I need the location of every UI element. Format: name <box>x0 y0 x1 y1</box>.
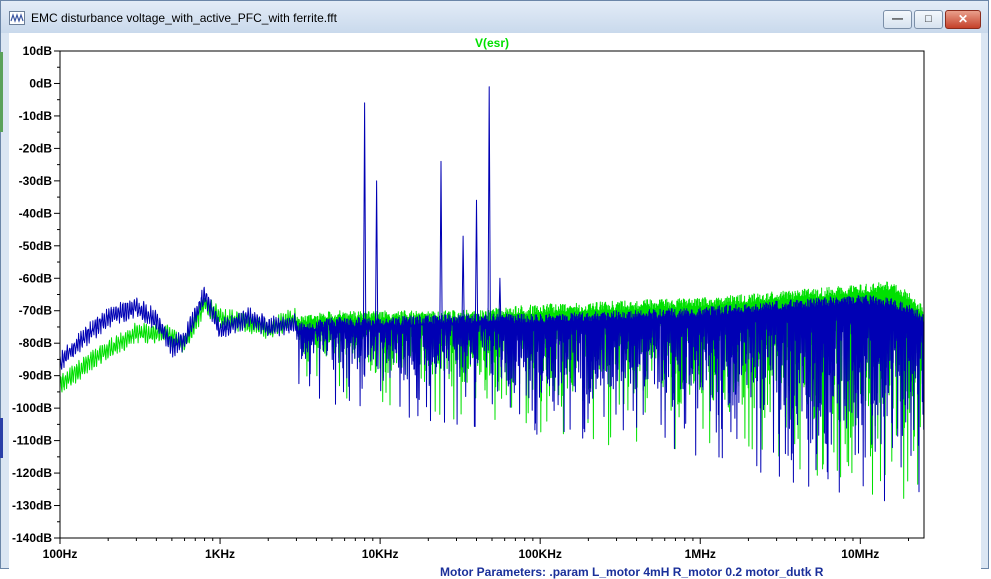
y-tick-label: -80dB <box>19 336 53 350</box>
minimize-icon: — <box>892 13 903 25</box>
y-tick-label: -60dB <box>19 271 53 285</box>
x-tick-label: 100Hz <box>43 547 78 561</box>
minimize-button[interactable]: — <box>883 10 912 29</box>
x-tick-label: 10KHz <box>362 547 399 561</box>
plot-frame <box>59 50 925 539</box>
y-tick-label: -70dB <box>19 304 53 318</box>
below-window-strip: Motor Parameters: .param L_motor 4mH R_m… <box>0 565 991 579</box>
y-tick-label: -20dB <box>19 141 53 155</box>
window-title: EMC disturbance voltage_with_active_PFC_… <box>31 11 337 25</box>
y-tick-label: -50dB <box>19 239 53 253</box>
plot-layer <box>59 86 925 502</box>
y-tick-label: 10dB <box>23 44 53 58</box>
left-edge-green <box>0 52 3 132</box>
x-tick-label: 10MHz <box>841 547 879 561</box>
chart-title: V(esr) <box>475 36 509 50</box>
y-tick-label: -90dB <box>19 369 53 383</box>
y-tick-label: -140dB <box>12 531 52 545</box>
waveform-window: EMC disturbance voltage_with_active_PFC_… <box>0 0 989 570</box>
close-icon: ✕ <box>957 12 969 26</box>
left-edge-blue <box>0 418 3 458</box>
x-tick-label: 1MHz <box>685 547 716 561</box>
maximize-button[interactable]: □ <box>914 10 943 29</box>
y-tick-label: -120dB <box>12 466 52 480</box>
x-tick-label: 1KHz <box>205 547 235 561</box>
y-tick-label: -10dB <box>19 109 53 123</box>
y-tick-label: -110dB <box>13 434 53 448</box>
waveform-icon <box>9 11 25 25</box>
x-tick-label: 100KHz <box>519 547 562 561</box>
plot-area[interactable]: V(esr) 100Hz 1KHz 10KHz 100KHz 1MHz 10MHz 10dB… <box>9 33 981 570</box>
y-tick-label: -130dB <box>12 499 52 513</box>
y-tick-label: -40dB <box>19 206 53 220</box>
title-bar[interactable]: EMC disturbance voltage_with_active_PFC_… <box>1 1 988 33</box>
maximize-icon: □ <box>925 13 932 25</box>
y-tick-label: -100dB <box>12 401 52 415</box>
y-tick-label: 0dB <box>29 76 52 90</box>
fft-chart[interactable]: V(esr) 100Hz 1KHz 10KHz 100KHz 1MHz 10MHz 10dB… <box>9 33 981 570</box>
y-tick-label: -30dB <box>19 174 53 188</box>
close-button[interactable]: ✕ <box>945 10 981 29</box>
